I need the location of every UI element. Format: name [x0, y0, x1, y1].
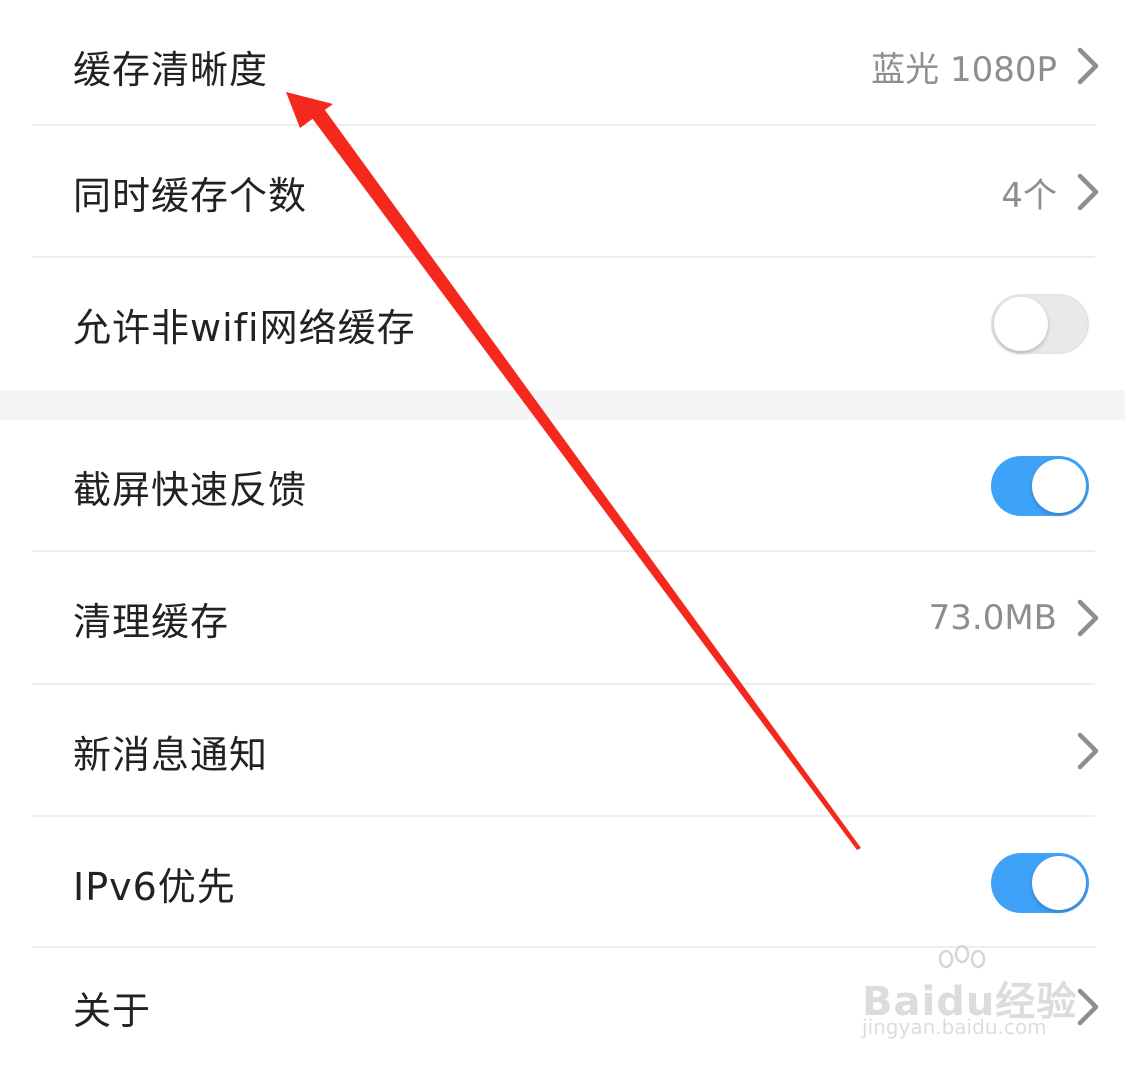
screenshot-feedback-row: 截屏快速反馈	[0, 420, 1125, 552]
clear-cache-label: 清理缓存	[73, 599, 230, 644]
concurrent-cache-value: 4个	[1001, 175, 1057, 216]
watermark-url: jingyan.baidu.com	[862, 1015, 1047, 1039]
chevron-right-icon	[1077, 599, 1099, 637]
notifications-label: 新消息通知	[73, 732, 269, 777]
toggle-knob	[1032, 856, 1086, 910]
chevron-right-icon	[1077, 732, 1099, 770]
concurrent-cache-row[interactable]: 同时缓存个数 4个	[0, 126, 1125, 258]
cache-quality-value: 蓝光 1080P	[871, 49, 1057, 90]
screenshot-feedback-label: 截屏快速反馈	[73, 467, 308, 512]
toggle-knob	[1032, 459, 1086, 513]
clear-cache-value: 73.0MB	[928, 598, 1057, 638]
ipv6-priority-row: IPv6优先	[0, 817, 1125, 949]
chevron-right-icon	[1077, 988, 1099, 1026]
about-label: 关于	[73, 988, 152, 1033]
ipv6-priority-label: IPv6优先	[73, 864, 236, 909]
non-wifi-cache-label: 允许非wifi网络缓存	[73, 305, 416, 350]
baidu-jingyan-watermark: Baidu经验 jingyan.baidu.com	[862, 945, 1076, 1045]
screenshot-feedback-toggle[interactable]	[991, 456, 1089, 516]
cache-quality-label: 缓存清晰度	[73, 47, 269, 92]
concurrent-cache-label: 同时缓存个数	[73, 173, 308, 218]
toggle-knob	[994, 297, 1048, 351]
cache-quality-row[interactable]: 缓存清晰度 蓝光 1080P	[0, 0, 1125, 132]
settings-page: 缓存清晰度 蓝光 1080P 同时缓存个数 4个 允许非wifi网络缓存 截屏快…	[0, 0, 1125, 1066]
non-wifi-cache-toggle[interactable]	[991, 294, 1089, 354]
clear-cache-row[interactable]: 清理缓存 73.0MB	[0, 552, 1125, 684]
chevron-right-icon	[1077, 173, 1099, 211]
ipv6-priority-toggle[interactable]	[991, 853, 1089, 913]
non-wifi-cache-row: 允许非wifi网络缓存	[0, 258, 1125, 390]
notifications-row[interactable]: 新消息通知	[0, 685, 1125, 817]
section-gap	[0, 390, 1125, 420]
chevron-right-icon	[1077, 47, 1099, 85]
